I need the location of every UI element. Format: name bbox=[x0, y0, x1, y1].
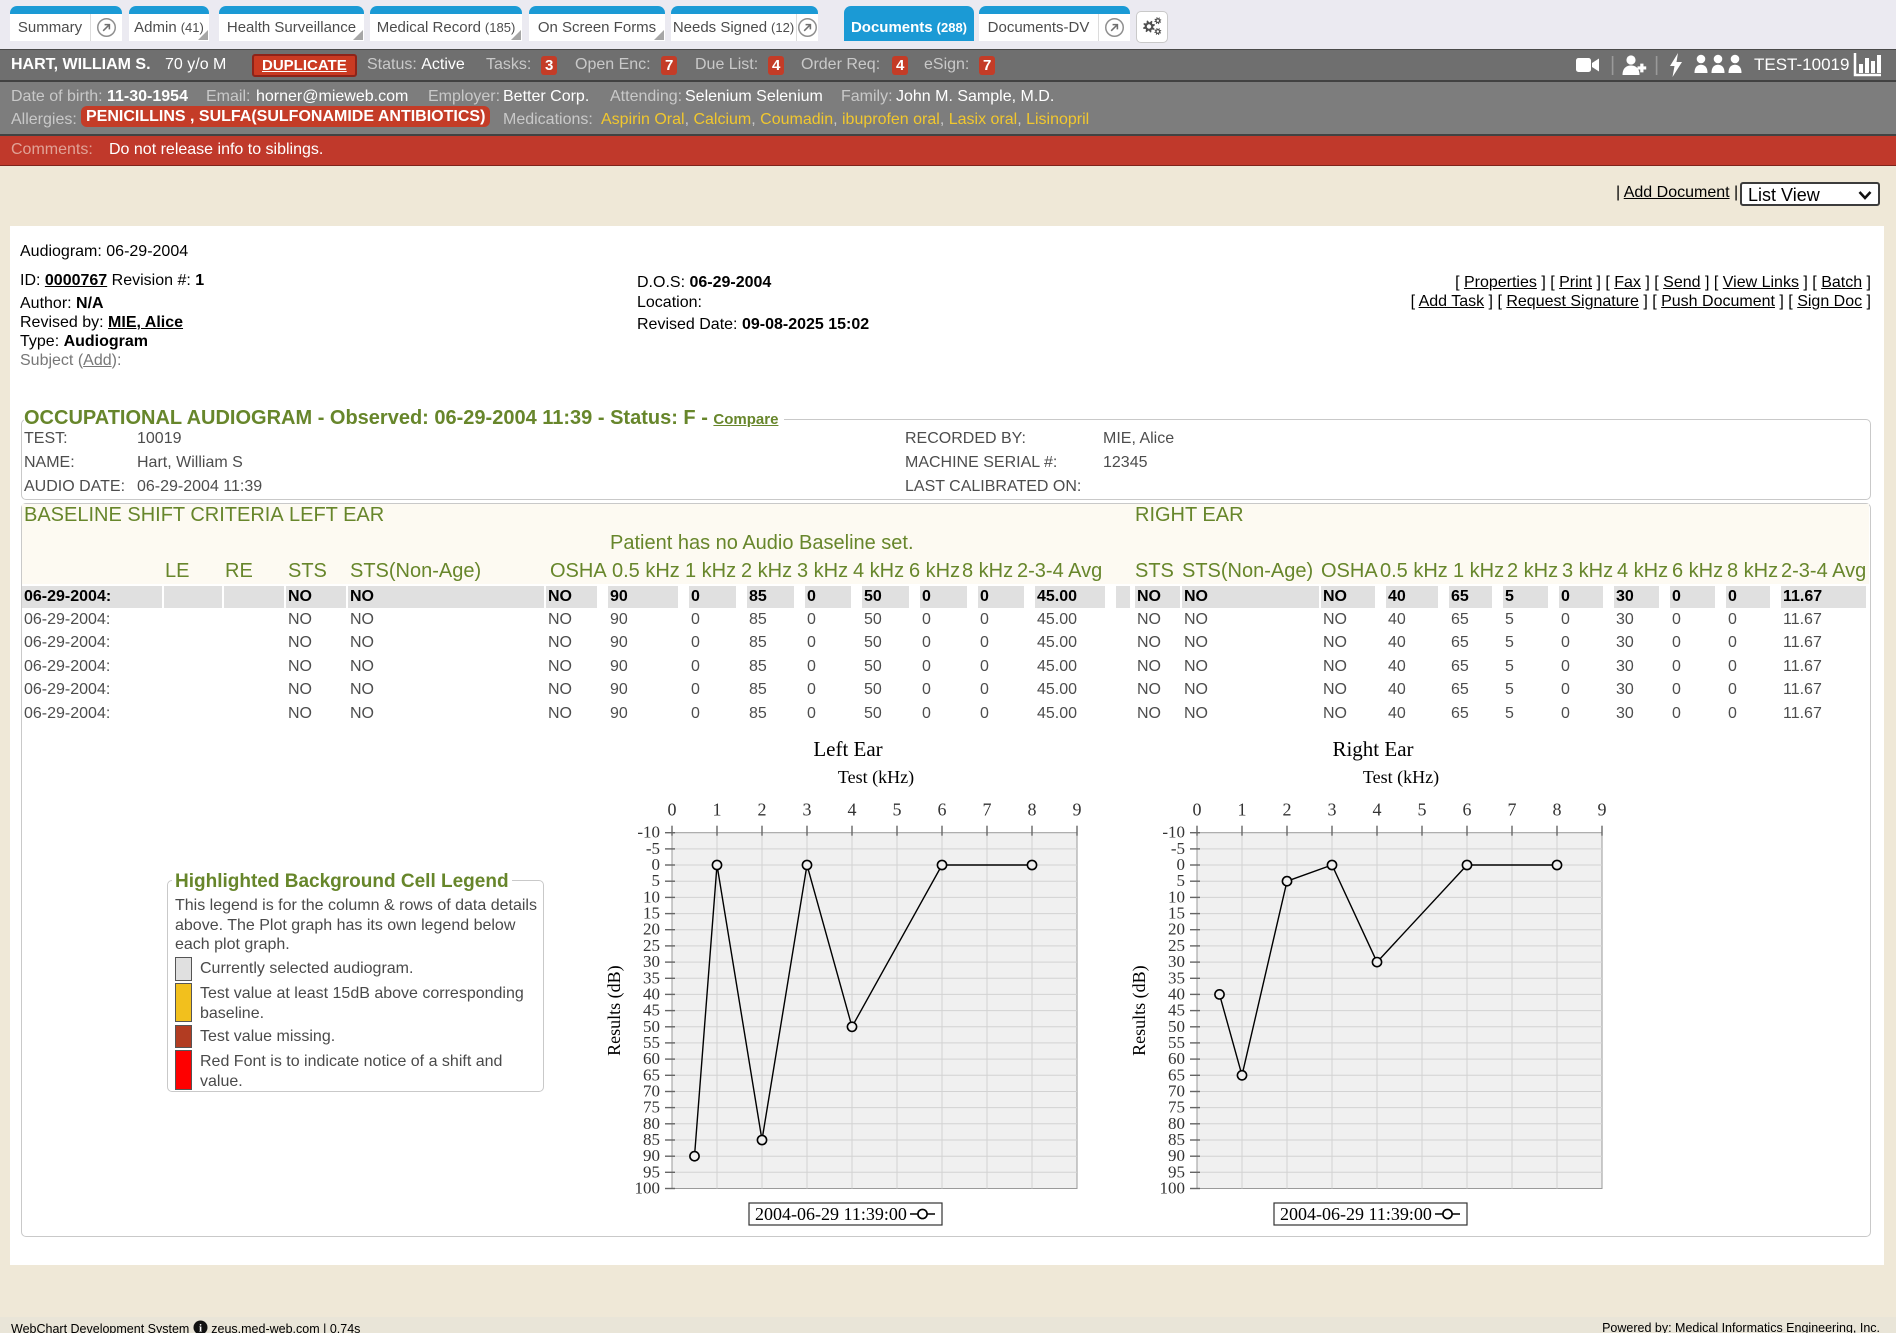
svg-text:5: 5 bbox=[1418, 800, 1427, 820]
svg-text:Left Ear: Left Ear bbox=[813, 737, 882, 761]
svg-text:Test (kHz): Test (kHz) bbox=[838, 767, 914, 788]
svg-text:4: 4 bbox=[1373, 800, 1382, 820]
svg-text:7: 7 bbox=[983, 800, 992, 820]
svg-text:3: 3 bbox=[803, 800, 812, 820]
svg-text:5: 5 bbox=[893, 800, 902, 820]
svg-text:2: 2 bbox=[1283, 800, 1292, 820]
svg-text:2004-06-29 11:39:00: 2004-06-29 11:39:00 bbox=[755, 1204, 907, 1224]
svg-text:Results (dB): Results (dB) bbox=[1129, 965, 1150, 1056]
svg-text:6: 6 bbox=[1463, 800, 1472, 820]
svg-text:1: 1 bbox=[713, 800, 722, 820]
svg-text:0: 0 bbox=[1193, 800, 1202, 820]
svg-text:6: 6 bbox=[938, 800, 947, 820]
svg-text:100: 100 bbox=[1160, 1179, 1186, 1198]
svg-text:Right Ear: Right Ear bbox=[1332, 737, 1413, 761]
svg-text:Test (kHz): Test (kHz) bbox=[1363, 767, 1439, 788]
svg-text:8: 8 bbox=[1028, 800, 1037, 820]
svg-text:1: 1 bbox=[1238, 800, 1247, 820]
svg-text:9: 9 bbox=[1598, 800, 1607, 820]
svg-text:2004-06-29 11:39:00: 2004-06-29 11:39:00 bbox=[1280, 1204, 1432, 1224]
svg-text:9: 9 bbox=[1073, 800, 1082, 820]
svg-text:2: 2 bbox=[758, 800, 767, 820]
svg-text:Results (dB): Results (dB) bbox=[604, 965, 625, 1056]
svg-text:100: 100 bbox=[635, 1179, 661, 1198]
svg-text:4: 4 bbox=[848, 800, 857, 820]
svg-text:3: 3 bbox=[1328, 800, 1337, 820]
svg-text:0: 0 bbox=[668, 800, 677, 820]
svg-text:8: 8 bbox=[1553, 800, 1562, 820]
svg-text:7: 7 bbox=[1508, 800, 1517, 820]
svg-text:i: i bbox=[199, 1323, 202, 1333]
